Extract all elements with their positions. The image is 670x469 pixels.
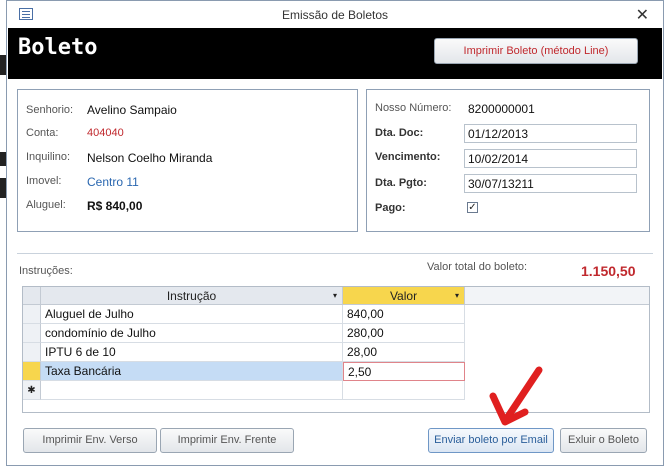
window-title: Emissão de Boletos xyxy=(281,8,389,22)
print-envelope-frente-button[interactable]: Imprimir Env. Frente xyxy=(160,428,294,453)
print-boleto-button[interactable]: Imprimir Boleto (método Line) xyxy=(434,38,638,64)
pago-label: Pago: xyxy=(375,202,406,214)
cell-instrucao[interactable]: condomínio de Julho xyxy=(41,324,343,343)
title-bar: Emissão de Boletos ✕ xyxy=(7,1,663,28)
cell-instrucao[interactable]: Aluguel de Julho xyxy=(41,305,343,324)
inquilino-value: Nelson Coelho Miranda xyxy=(87,151,213,165)
imovel-label: Imovel: xyxy=(26,175,62,187)
select-all-corner[interactable] xyxy=(23,287,41,305)
column-header-instrucao[interactable]: Instrução ▾ xyxy=(41,287,343,305)
column-header-label: Valor xyxy=(389,289,418,303)
cell-valor[interactable]: 280,00 xyxy=(343,324,465,343)
payment-info-panel: Nosso Número: 8200000001 Dta. Doc: 01/12… xyxy=(366,89,650,232)
cell-instrucao[interactable]: IPTU 6 de 10 xyxy=(41,343,343,362)
dta-doc-field[interactable]: 01/12/2013 xyxy=(464,124,637,143)
senhorio-value: Avelino Sampaio xyxy=(87,103,177,117)
tenant-info-panel: Senhorio: Avelino Sampaio Conta: 404040 … xyxy=(17,89,358,232)
aluguel-label: Aluguel: xyxy=(26,199,66,211)
total-value: 1.150,50 xyxy=(581,263,636,279)
boleto-window: Emissão de Boletos ✕ Boleto Imprimir Bol… xyxy=(6,0,664,466)
close-icon[interactable]: ✕ xyxy=(636,5,649,25)
section-divider xyxy=(17,253,653,254)
nosso-numero-value: 8200000001 xyxy=(468,102,535,116)
delete-boleto-button[interactable]: Exluir o Boleto xyxy=(560,428,647,453)
cell-valor[interactable]: 840,00 xyxy=(343,305,465,324)
chevron-down-icon[interactable]: ▾ xyxy=(455,287,459,305)
cell-valor-new[interactable] xyxy=(343,381,465,400)
instrucoes-label: Instruções: xyxy=(19,265,73,277)
conta-label: Conta: xyxy=(26,127,59,139)
dta-pgto-field[interactable]: 30/07/13211 xyxy=(464,174,637,193)
form-header: Boleto Imprimir Boleto (método Line) xyxy=(8,28,662,79)
column-header-blank xyxy=(465,287,649,305)
imovel-value[interactable]: Centro 11 xyxy=(87,175,139,189)
column-header-label: Instrução xyxy=(166,289,217,303)
vencimento-label: Vencimento: xyxy=(375,151,441,163)
cell-instrucao[interactable]: Taxa Bancária xyxy=(41,362,343,381)
instructions-datasheet[interactable]: Instrução ▾ Valor ▾ Aluguel de Julho 840… xyxy=(22,286,650,413)
row-selector[interactable] xyxy=(23,324,41,343)
cell-valor[interactable]: 28,00 xyxy=(343,343,465,362)
dta-doc-label: Dta. Doc: xyxy=(375,127,424,139)
conta-value: 404040 xyxy=(87,127,124,139)
cell-valor-editing[interactable]: 2,50 xyxy=(343,362,465,381)
chevron-down-icon[interactable]: ▾ xyxy=(333,287,337,305)
dta-pgto-label: Dta. Pgto: xyxy=(375,177,427,189)
row-selector[interactable] xyxy=(23,305,41,324)
red-arrow-annotation xyxy=(489,366,543,426)
row-selector[interactable] xyxy=(23,343,41,362)
total-label: Valor total do boleto: xyxy=(427,261,528,273)
new-record-icon[interactable]: ✱ xyxy=(23,381,41,400)
aluguel-value: R$ 840,00 xyxy=(87,199,143,213)
form-title: Boleto xyxy=(18,35,98,60)
nosso-numero-label: Nosso Número: xyxy=(375,102,452,114)
row-selector-active[interactable] xyxy=(23,362,41,381)
senhorio-label: Senhorio: xyxy=(26,104,74,116)
send-email-button[interactable]: Enviar boleto por Email xyxy=(428,428,554,453)
inquilino-label: Inquilino: xyxy=(26,151,71,163)
pago-checkbox[interactable]: ✓ xyxy=(467,202,478,213)
column-header-valor[interactable]: Valor ▾ xyxy=(343,287,465,305)
vencimento-field[interactable]: 10/02/2014 xyxy=(464,149,637,168)
print-envelope-verso-button[interactable]: Imprimir Env. Verso xyxy=(23,428,157,453)
cell-instrucao-new[interactable] xyxy=(41,381,343,400)
